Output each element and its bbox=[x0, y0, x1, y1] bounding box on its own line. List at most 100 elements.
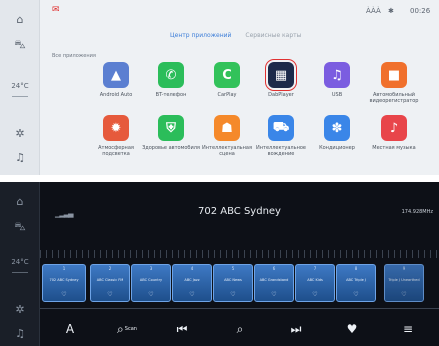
temperature[interactable]: 24°C bbox=[0, 82, 40, 90]
radio-screen: ⌂ ⛍ 24°C ✲ ♫ 702 ABC Sydney 174.928MHz ▁… bbox=[0, 182, 439, 346]
car-icon[interactable]: ⛍ bbox=[0, 34, 40, 56]
ambient-light-icon: ✹ bbox=[103, 115, 129, 141]
frequency-readout: 174.928MHz bbox=[401, 209, 433, 215]
preset-number: 4 bbox=[190, 266, 194, 271]
app-label: Местная музыка bbox=[372, 145, 416, 151]
dvr-icon: ■ bbox=[381, 62, 407, 88]
scan-icon: ⌕ bbox=[117, 321, 124, 336]
app-tile[interactable]: ✆ BT-телефон bbox=[139, 62, 203, 98]
tune-button[interactable]: A bbox=[58, 318, 82, 340]
preset-card[interactable]: 8 ABC Triple J ♡ bbox=[336, 264, 376, 302]
app-label: Автомобильный видеорегистратор bbox=[369, 92, 419, 104]
home-icon[interactable]: ⌂ bbox=[0, 190, 40, 212]
preset-card[interactable]: 1 702 ABC Sydney ♡ bbox=[42, 264, 86, 302]
section-label: Все приложения bbox=[52, 53, 96, 59]
preset-name: ABC Jazz bbox=[184, 278, 200, 282]
phone-icon[interactable]: ♫ bbox=[0, 146, 40, 168]
preset-name: ABC Triple J bbox=[346, 278, 366, 282]
preset-card[interactable]: 6 ABC Grandstand ♡ bbox=[254, 264, 294, 302]
tune-icon: A bbox=[65, 322, 75, 336]
preset-card[interactable]: 5 ABC News ♡ bbox=[213, 264, 253, 302]
network-status: ÀÀÀ bbox=[366, 7, 381, 15]
controls-divider bbox=[40, 308, 439, 309]
tab-service-cards[interactable]: Сервисные карты bbox=[245, 32, 301, 39]
preset-card[interactable]: 9 Triple J Unearthed ♡ bbox=[384, 264, 424, 302]
list-icon: ≡ bbox=[402, 322, 414, 336]
car-icon[interactable]: ⛍ bbox=[0, 216, 40, 238]
preset-number: 2 bbox=[108, 266, 112, 271]
preset-name: ABC News bbox=[224, 278, 242, 282]
bluetooth-icon: ✱ bbox=[388, 7, 394, 15]
previous-button[interactable]: ⏮ bbox=[170, 318, 194, 340]
app-tile[interactable]: ♪ Местная музыка bbox=[362, 115, 426, 151]
scan-button[interactable]: ⌕ Scan bbox=[112, 318, 142, 340]
next-button[interactable]: ⏭ bbox=[284, 318, 308, 340]
tuning-scale[interactable] bbox=[40, 250, 439, 258]
ac-icon: ✽ bbox=[324, 115, 350, 141]
notification-icon[interactable]: ✉ bbox=[52, 5, 60, 15]
smart-driving-icon: ⛟ bbox=[268, 115, 294, 141]
preset-number: 8 bbox=[354, 266, 358, 271]
list-button[interactable]: ≡ bbox=[396, 318, 420, 340]
app-tile[interactable]: ⛟ Интеллектуальное вождение bbox=[249, 115, 313, 157]
signal-strength-icon: ▁▂▃▄ bbox=[55, 210, 74, 218]
scan-label: Scan bbox=[124, 326, 137, 332]
heart-icon: ♡ bbox=[189, 291, 195, 298]
sidebar: ⌂ ⛍ 24°C ✲ ♫ bbox=[0, 182, 40, 346]
preset-card[interactable]: 7 ABC Kids ♡ bbox=[295, 264, 335, 302]
preset-number: 6 bbox=[272, 266, 276, 271]
temperature[interactable]: 24°C bbox=[0, 258, 40, 266]
preset-name: ABC Grandstand bbox=[259, 278, 289, 282]
heart-icon: ♡ bbox=[230, 291, 236, 298]
preset-number: 3 bbox=[149, 266, 153, 271]
preset-card[interactable]: 4 ABC Jazz ♡ bbox=[172, 264, 212, 302]
heart-icon: ♡ bbox=[107, 291, 113, 298]
app-label: DabPlayer bbox=[268, 92, 294, 98]
preset-number: 9 bbox=[402, 266, 406, 271]
app-center-screen: ⌂ ⛍ 24°C ✲ ♫ ✉ ÀÀÀ ✱ 00:26 Центр приложе… bbox=[0, 0, 439, 175]
usb-icon: ♫ bbox=[324, 62, 350, 88]
preset-card[interactable]: 2 ABC Classic FM ♡ bbox=[90, 264, 130, 302]
app-label: Здоровье автомобиля bbox=[142, 145, 200, 151]
app-tile[interactable]: ▦ DabPlayer bbox=[249, 59, 313, 98]
heart-icon: ♡ bbox=[401, 291, 407, 298]
station-title: 702 ABC Sydney bbox=[198, 206, 281, 217]
preset-name: ABC Classic FM bbox=[96, 278, 124, 282]
preset-name: Triple J Unearthed bbox=[388, 278, 420, 282]
music-icon[interactable]: ♫ bbox=[0, 322, 40, 344]
preset-number: 5 bbox=[231, 266, 235, 271]
search-button[interactable]: ⌕ bbox=[228, 318, 252, 340]
favorite-button[interactable]: ♥ bbox=[340, 318, 364, 340]
app-label: Кондиционер bbox=[319, 145, 355, 151]
tab-bar: Центр приложений Сервисные карты bbox=[170, 32, 313, 39]
preset-card[interactable]: 3 ABC Country ♡ bbox=[131, 264, 171, 302]
heart-icon: ♡ bbox=[61, 291, 67, 298]
app-tile[interactable]: ♫ USB bbox=[305, 62, 369, 98]
app-tile[interactable]: ⛨ Здоровье автомобиля bbox=[139, 115, 203, 151]
heart-icon: ♥ bbox=[346, 322, 358, 336]
dab-icon: ▦ bbox=[265, 59, 297, 91]
home-icon[interactable]: ⌂ bbox=[0, 8, 40, 30]
fan-icon[interactable]: ✲ bbox=[0, 298, 40, 320]
fan-icon[interactable]: ✲ bbox=[0, 122, 40, 144]
app-label: USB bbox=[331, 92, 343, 98]
android-auto-icon: ▲ bbox=[103, 62, 129, 88]
preset-name: 702 ABC Sydney bbox=[49, 278, 79, 282]
heart-icon: ♡ bbox=[148, 291, 154, 298]
next-icon: ⏭ bbox=[290, 321, 302, 336]
heart-icon: ♡ bbox=[271, 291, 277, 298]
phone-icon: ✆ bbox=[158, 62, 184, 88]
sidebar-divider bbox=[12, 272, 28, 273]
app-tile[interactable]: ■ Автомобильный видеорегистратор bbox=[362, 62, 426, 104]
sidebar-divider bbox=[12, 96, 28, 97]
app-tile[interactable]: ✽ Кондиционер bbox=[305, 115, 369, 151]
heart-icon: ♡ bbox=[312, 291, 318, 298]
clock: 00:26 bbox=[410, 7, 431, 15]
preset-name: ABC Kids bbox=[307, 278, 323, 282]
carplay-icon: C bbox=[214, 62, 240, 88]
smart-scene-icon: ☗ bbox=[214, 115, 240, 141]
tab-app-center[interactable]: Центр приложений bbox=[170, 32, 231, 39]
heart-icon: ♡ bbox=[353, 291, 359, 298]
previous-icon: ⏮ bbox=[176, 321, 188, 336]
app-label: Интеллектуальное вождение bbox=[256, 145, 306, 157]
